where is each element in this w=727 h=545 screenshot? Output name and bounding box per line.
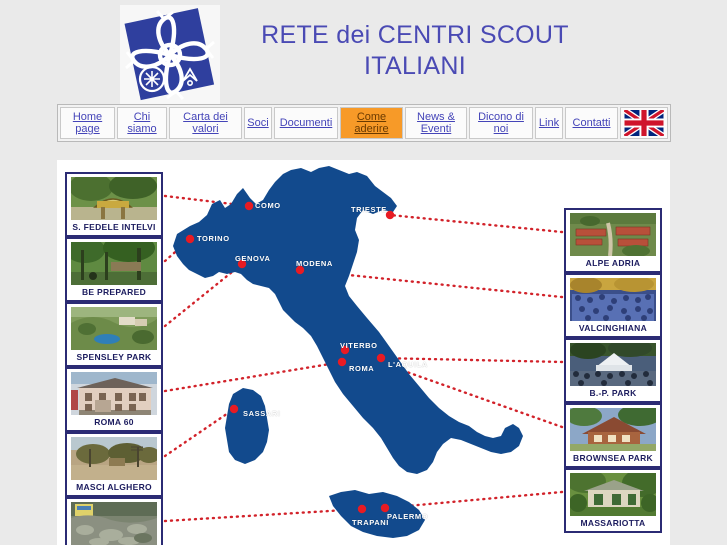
centre-name-label: VALCINGHIANA <box>578 323 648 333</box>
page-root: RETE dei CENTRI SCOUT ITALIANI Home page… <box>0 0 727 545</box>
centre-connector-line <box>379 356 564 364</box>
centre-photo <box>570 408 656 451</box>
map-content-area: S. FEDELE INTELVI BE PREPARED SPENSLEY PAR… <box>57 160 670 545</box>
nav-carta-valori-label[interactable]: Carta dei valori <box>183 111 228 135</box>
centre-photo <box>570 343 656 386</box>
nav-chi-siamo[interactable]: Chi siamo <box>117 107 167 139</box>
city-marker[interactable] <box>385 210 395 220</box>
city-marker[interactable] <box>295 265 305 275</box>
nav-chi-siamo-label[interactable]: Chi siamo <box>127 111 156 135</box>
scout-knot-logo-icon <box>120 5 220 105</box>
nav-documenti[interactable]: Documenti <box>274 107 338 139</box>
sicily-shape <box>329 490 425 538</box>
nav-home-page[interactable]: Home page <box>60 107 115 139</box>
city-marker[interactable] <box>376 353 386 363</box>
nav-come-aderire-label[interactable]: Come aderire <box>354 111 388 135</box>
centre-name-label: ALPE ADRIA <box>585 258 641 268</box>
sardinia-shape <box>225 388 269 464</box>
centre-photo <box>570 473 656 516</box>
nav-carta-valori[interactable]: Carta dei valori <box>169 107 242 139</box>
page-title: RETE dei CENTRI SCOUT ITALIANI <box>261 21 569 80</box>
city-marker[interactable] <box>357 504 367 514</box>
centre-thumbnail[interactable]: SPENSLEY PARK <box>65 302 163 367</box>
centre-thumbnail[interactable]: ALPE ADRIA <box>564 208 662 273</box>
centre-connector-line <box>388 213 564 234</box>
nav-news-eventi-label[interactable]: News & Eventi <box>417 111 455 135</box>
city-marker[interactable] <box>237 259 247 269</box>
centre-thumbnail[interactable]: BROWNSEA PARK <box>564 403 662 468</box>
centre-name-label: SPENSLEY PARK <box>76 352 152 362</box>
centre-thumbnail[interactable]: S. FEDELE INTELVI <box>65 172 163 237</box>
centre-name-label: ROMA 60 <box>94 417 134 427</box>
centre-photo <box>71 177 157 220</box>
centre-thumbnail[interactable]: MASCI ALGHERO <box>65 432 163 497</box>
centre-photo <box>71 372 157 415</box>
nav-news-eventi[interactable]: News & Eventi <box>405 107 467 139</box>
centre-thumbnail[interactable]: ROMA 60 <box>65 367 163 432</box>
centre-photo <box>71 242 157 285</box>
centre-connector-line <box>163 360 344 393</box>
centre-photo <box>71 307 157 350</box>
city-marker[interactable] <box>185 234 195 244</box>
nav-link[interactable]: Link <box>535 107 563 139</box>
centre-name-label: S. FEDELE INTELVI <box>72 222 156 232</box>
city-marker[interactable] <box>380 503 390 513</box>
city-marker[interactable] <box>229 404 239 414</box>
nav-language-switch[interactable] <box>620 107 668 139</box>
centre-photo <box>570 278 656 321</box>
uk-flag-icon[interactable] <box>624 110 664 136</box>
centre-name-label: MASSARIOTTA <box>580 518 646 528</box>
nav-link-label[interactable]: Link <box>539 117 559 129</box>
centre-connector-line <box>163 507 364 523</box>
nav-soci-label[interactable]: Soci <box>247 117 268 129</box>
nav-contatti[interactable]: Contatti <box>565 107 618 139</box>
nav-dicono-di-noi-label[interactable]: Dicono di noi <box>478 111 524 135</box>
centre-photo <box>71 502 157 545</box>
centre-name-label: BROWNSEA PARK <box>573 453 653 463</box>
centre-thumbnail[interactable]: MASSARIOTTA <box>564 468 662 533</box>
nav-soci[interactable]: Soci <box>244 107 272 139</box>
centre-photo <box>570 213 656 256</box>
nav-come-aderire[interactable]: Come aderire <box>340 107 403 139</box>
nav-contatti-label[interactable]: Contatti <box>573 117 611 129</box>
nav-documenti-label[interactable]: Documenti <box>280 117 333 129</box>
centre-thumbnail[interactable]: BE PREPARED <box>65 237 163 302</box>
centre-name-label: BE PREPARED <box>81 287 147 297</box>
centre-name-label: B.-P. PARK <box>589 388 637 398</box>
centre-thumbnail[interactable]: FONDO AUTERI <box>65 497 163 545</box>
main-navigation: Home page Chi siamo Carta dei valori Soci Do… <box>57 104 671 142</box>
centre-connector-line <box>163 407 236 458</box>
city-marker[interactable] <box>337 357 347 367</box>
centre-thumbnail[interactable]: VALCINGHIANA <box>564 273 662 338</box>
nav-dicono-di-noi[interactable]: Dicono di noi <box>469 107 533 139</box>
site-logo[interactable] <box>120 5 220 105</box>
centre-name-label: MASCI ALGHERO <box>76 482 152 492</box>
city-marker[interactable] <box>244 201 254 211</box>
site-header: RETE dei CENTRI SCOUT ITALIANI <box>0 0 727 105</box>
nav-home-page-label[interactable]: Home page <box>73 111 102 135</box>
centre-photo <box>71 437 157 480</box>
city-marker[interactable] <box>340 345 350 355</box>
centre-thumbnail[interactable]: B.-P. PARK <box>564 338 662 403</box>
